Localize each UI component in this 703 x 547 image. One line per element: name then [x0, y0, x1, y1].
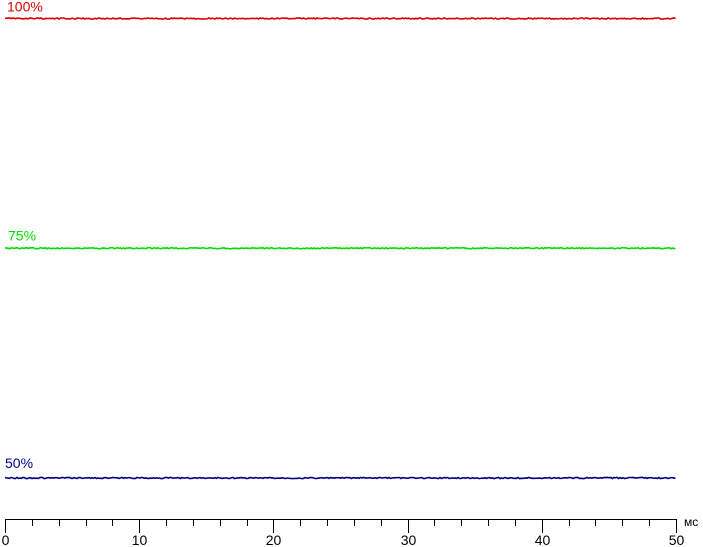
x-tick-label: 30 — [401, 532, 417, 547]
x-tick-label: 50 — [669, 532, 685, 547]
x-tick-label: 0 — [2, 532, 10, 547]
chart: 100% 75% 50% 0 10 20 30 40 50 мс — [2, 0, 699, 547]
series-line-50pct — [4, 476, 676, 480]
x-tick-label: 20 — [266, 532, 282, 547]
series-line-75pct — [4, 246, 676, 250]
x-tick-label: 40 — [535, 532, 551, 547]
series-label-50pct: 50% — [5, 455, 33, 471]
series-label-75pct: 75% — [8, 227, 36, 243]
series-label-100pct: 100% — [7, 0, 43, 15]
series-layer: 100% 75% 50% — [4, 0, 676, 480]
x-axis-unit-label: мс — [684, 515, 698, 529]
x-tick-label: 10 — [132, 532, 148, 547]
x-axis: 0 10 20 30 40 50 — [2, 519, 685, 547]
series-line-100pct — [4, 16, 676, 20]
